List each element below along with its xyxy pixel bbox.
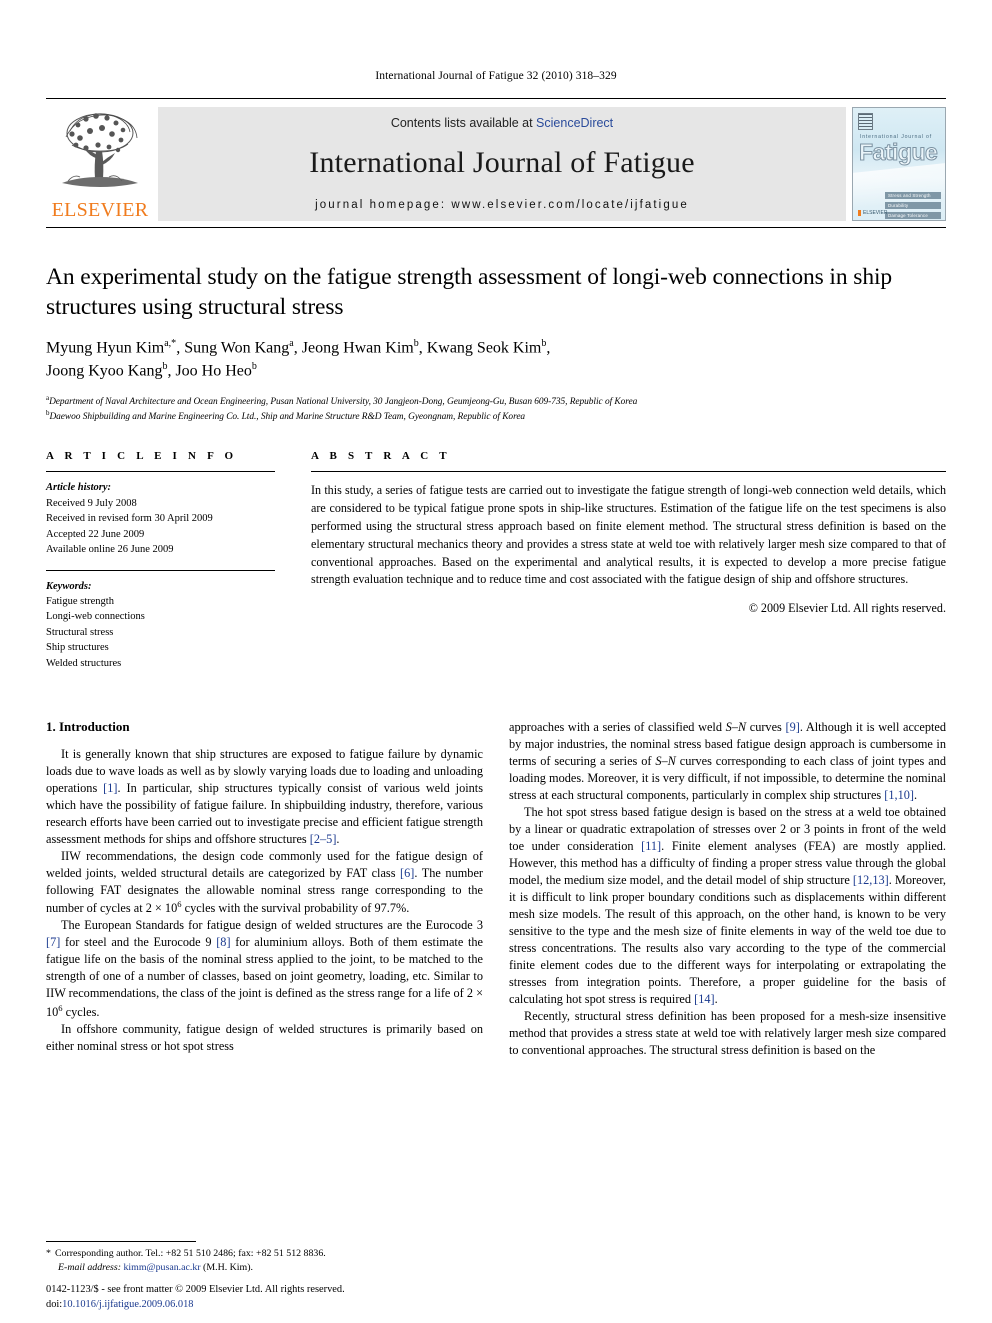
citation-ref[interactable]: [1]: [103, 781, 117, 795]
paragraph: In offshore community, fatigue design of…: [46, 1021, 483, 1055]
doi-line: doi:10.1016/j.ijfatigue.2009.06.018: [46, 1298, 566, 1313]
article-info-heading: A R T I C L E I N F O: [46, 450, 238, 463]
citation-ref[interactable]: [8]: [216, 935, 230, 949]
paragraph-text: In offshore community, fatigue design of…: [46, 1021, 483, 1053]
paragraph: approaches with a series of classified w…: [509, 719, 946, 804]
corresponding-author-footnote: * Corresponding author. Tel.: +82 51 510 …: [46, 1240, 483, 1275]
citation-ref[interactable]: [7]: [46, 935, 60, 949]
footnote-divider: [46, 1240, 196, 1242]
sciencedirect-banner: Contents lists available at ScienceDirec…: [158, 107, 846, 221]
affiliation-text: Daewoo Shipbuilding and Marine Engineeri…: [49, 412, 526, 423]
cover-bar-label: Durability: [888, 202, 909, 208]
paragraph-text: IIW recommendations, the design code com…: [46, 849, 483, 916]
keyword-item: Longi-web connections: [46, 611, 145, 623]
article-history-block: Article history: Received 9 July 2008 Re…: [46, 472, 275, 557]
body-column-right: approaches with a series of classified w…: [509, 719, 946, 1174]
abstract-heading: A B S T R A C T: [311, 450, 451, 463]
paragraph-text: Recently, structural stress definition h…: [509, 1009, 946, 1058]
keywords-block: Keywords: Fatigue strength Longi-web con…: [46, 571, 275, 672]
journal-title: International Journal of Fatigue: [309, 146, 695, 179]
abstract-text: In this study, a series of fatigue tests…: [311, 483, 946, 587]
doi-link[interactable]: 10.1016/j.ijfatigue.2009.06.018: [62, 1299, 193, 1310]
author-list: Myung Hyun Kima,*, Sung Won Kanga, Jeong…: [46, 337, 946, 383]
history-item: Available online 26 June 2009: [46, 544, 174, 556]
history-item: Received 9 July 2008: [46, 497, 137, 509]
elsevier-tree-icon: [62, 113, 138, 187]
page-footer: 0142-1123/$ - see front matter © 2009 El…: [46, 1283, 566, 1313]
paragraph: The hot spot stress based fatigue design…: [509, 804, 946, 1008]
paragraph: IIW recommendations, the design code com…: [46, 848, 483, 917]
contents-prefix: Contents lists available at: [390, 116, 537, 130]
cover-bar: Stress and Strength: [885, 192, 941, 199]
cover-footer-label: ELSEVIER: [858, 210, 887, 216]
article-title: An experimental study on the fatigue str…: [46, 264, 893, 321]
elsevier-logo: ELSEVIER: [46, 105, 154, 223]
cover-bar: Durability: [885, 202, 941, 209]
article-history-label: Article history:: [46, 482, 112, 494]
paragraph: It is generally known that ship structur…: [46, 746, 483, 848]
author-line: Joong Kyoo Kangb, Joo Ho Heob: [46, 361, 257, 380]
history-item: Accepted 22 June 2009: [46, 528, 145, 540]
footnote-text: * Corresponding author. Tel.: +82 51 510 …: [46, 1247, 483, 1275]
body-columns: 1. Introduction It is generally known th…: [46, 719, 946, 1174]
contents-available-line: Contents lists available at ScienceDirec…: [391, 116, 613, 130]
paragraph-text: The hot spot stress based fatigue design…: [509, 805, 946, 1007]
cover-bar-label: Damage Tolerance: [888, 212, 928, 218]
footnote-contact: Corresponding author. Tel.: +82 51 510 2…: [54, 1247, 326, 1259]
journal-homepage-url[interactable]: journal homepage: www.elsevier.com/locat…: [315, 199, 689, 211]
paragraph: The European Standards for fatigue desig…: [46, 917, 483, 1020]
citation-ref[interactable]: [11]: [641, 839, 661, 853]
cover-elsevier-icon: [858, 113, 873, 130]
body-column-left: 1. Introduction It is generally known th…: [46, 719, 483, 1174]
section-heading-introduction: 1. Introduction: [46, 719, 130, 735]
affiliation-text: Department of Naval Architecture and Oce…: [49, 397, 638, 408]
title-block: An experimental study on the fatigue str…: [46, 262, 946, 424]
email-link[interactable]: kimm@pusan.ac.kr: [123, 1262, 200, 1273]
article-info-column: A R T I C L E I N F O Article history: R…: [46, 450, 275, 671]
citation-ref[interactable]: [9]: [785, 720, 799, 734]
citation-ref[interactable]: [14]: [694, 992, 715, 1006]
paragraph-text: The European Standards for fatigue desig…: [46, 918, 484, 1019]
doi-label: doi:: [46, 1299, 63, 1311]
affiliation-list: aDepartment of Naval Architecture and Oc…: [46, 394, 946, 424]
issn-copyright-line: 0142-1123/$ - see front matter © 2009 El…: [46, 1284, 345, 1296]
running-head: International Journal of Fatigue 32 (201…: [375, 70, 617, 82]
affiliation: aDepartment of Naval Architecture and Oc…: [46, 394, 946, 409]
footnote-marker: *: [46, 1247, 51, 1259]
keyword-item: Fatigue strength: [46, 595, 114, 607]
abstract-copyright: © 2009 Elsevier Ltd. All rights reserved…: [748, 601, 946, 616]
keyword-item: Welded structures: [46, 657, 122, 669]
citation-ref[interactable]: [1,10]: [884, 788, 914, 802]
cover-bar-label: Stress and Strength: [888, 192, 931, 198]
info-abstract-row: A R T I C L E I N F O Article history: R…: [46, 450, 946, 671]
paragraph-text: It is generally known that ship structur…: [46, 747, 483, 847]
abstract-column: A B S T R A C T In this study, a series …: [311, 450, 946, 671]
cover-big-title: Fatigue: [858, 139, 938, 165]
paragraph: Recently, structural stress definition h…: [509, 1008, 946, 1059]
paragraph-text: approaches with a series of classified w…: [509, 720, 947, 803]
citation-ref[interactable]: [2–5]: [310, 832, 337, 846]
affiliation: bDaewoo Shipbuilding and Marine Engineer…: [46, 409, 946, 424]
journal-masthead: ELSEVIER Contents lists available at Sci…: [46, 98, 946, 228]
keywords-label: Keywords:: [46, 580, 92, 592]
author-line: Myung Hyun Kima,*, Sung Won Kanga, Jeong…: [46, 338, 551, 357]
sciencedirect-link[interactable]: ScienceDirect: [536, 116, 613, 130]
elsevier-wordmark: ELSEVIER: [51, 199, 149, 221]
cover-topic-bars: Stress and Strength Durability Damage To…: [885, 192, 941, 220]
keyword-item: Ship structures: [46, 642, 109, 654]
history-item: Received in revised form 30 April 2009: [46, 513, 213, 525]
keyword-item: Structural stress: [46, 626, 114, 638]
email-label: E-mail address:: [58, 1261, 121, 1273]
email-suffix: (M.H. Kim).: [203, 1261, 253, 1273]
cover-bar: Damage Tolerance: [885, 212, 941, 219]
citation-ref[interactable]: [12,13]: [853, 873, 889, 887]
journal-cover-thumbnail: International Journal of Fatigue Stress …: [852, 107, 946, 221]
citation-ref[interactable]: [6]: [400, 866, 414, 880]
article-page: International Journal of Fatigue 32 (201…: [0, 0, 992, 1323]
